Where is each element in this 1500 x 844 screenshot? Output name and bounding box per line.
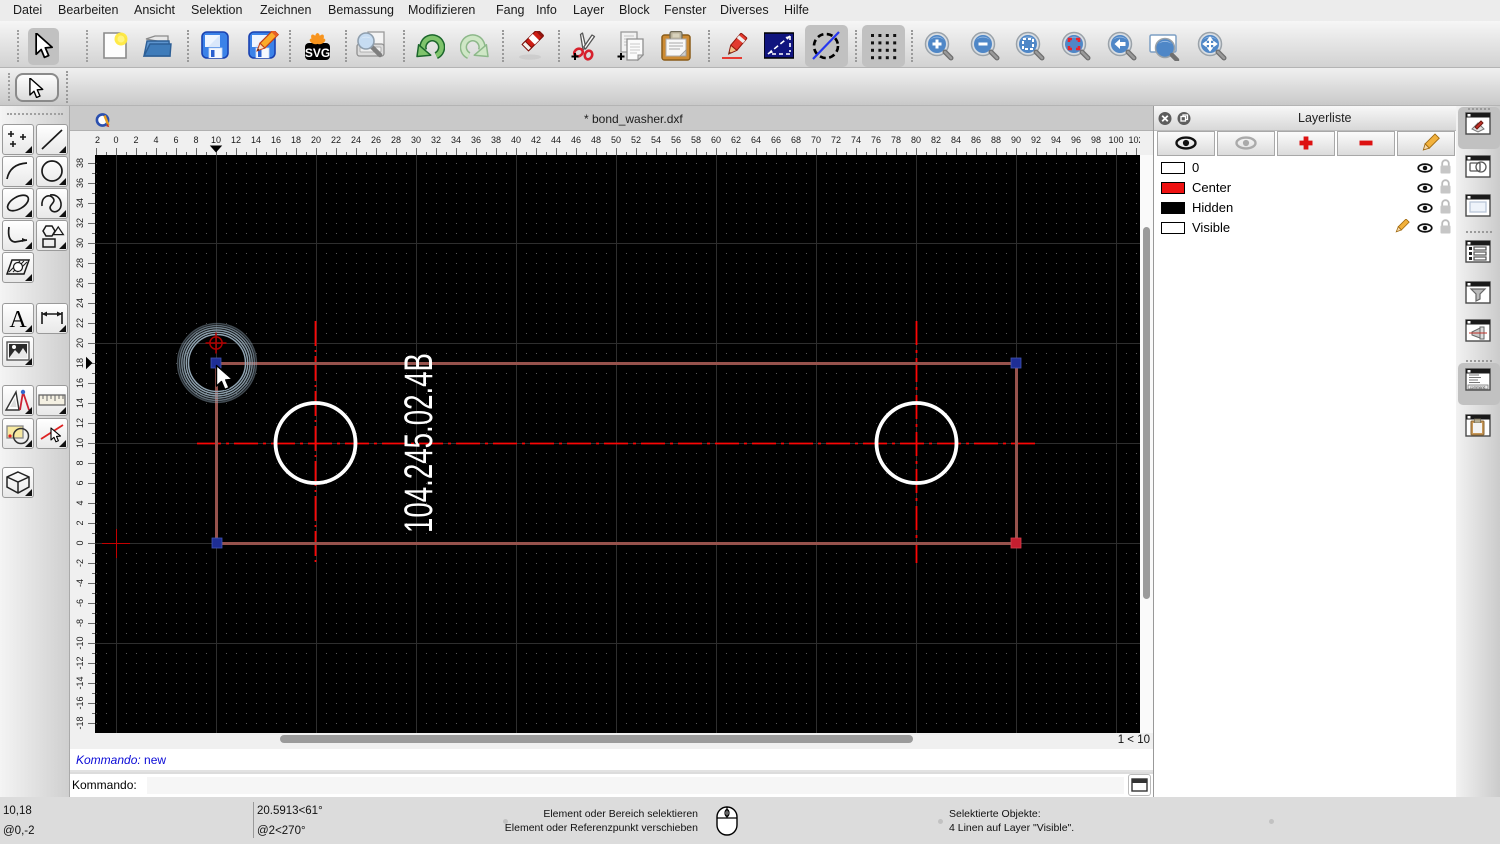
svg-text:16: 16 bbox=[271, 135, 281, 145]
svg-text:SVG: SVG bbox=[305, 46, 330, 60]
svg-text:6: 6 bbox=[173, 135, 178, 145]
svg-text:20: 20 bbox=[311, 135, 321, 145]
svg-text:-14: -14 bbox=[75, 676, 85, 689]
svg-text:34: 34 bbox=[75, 198, 85, 208]
svg-text:4: 4 bbox=[75, 500, 85, 505]
svg-text:92: 92 bbox=[1031, 135, 1041, 145]
svg-text:26: 26 bbox=[371, 135, 381, 145]
svg-text:34: 34 bbox=[451, 135, 461, 145]
svg-text:44: 44 bbox=[551, 135, 561, 145]
svg-text:10: 10 bbox=[211, 135, 221, 145]
svg-text:54: 54 bbox=[651, 135, 661, 145]
svg-text:72: 72 bbox=[831, 135, 841, 145]
svg-text:100: 100 bbox=[1108, 135, 1123, 145]
svg-text:90: 90 bbox=[1011, 135, 1021, 145]
svg-text:36: 36 bbox=[471, 135, 481, 145]
svg-text:2: 2 bbox=[133, 135, 138, 145]
svg-text:96: 96 bbox=[1071, 135, 1081, 145]
svg-text:20: 20 bbox=[75, 338, 85, 348]
svg-text:26: 26 bbox=[75, 278, 85, 288]
svg-text:14: 14 bbox=[75, 398, 85, 408]
svg-text:70: 70 bbox=[811, 135, 821, 145]
svg-text:-2: -2 bbox=[95, 135, 100, 145]
svg-text:6: 6 bbox=[75, 480, 85, 485]
svg-text:46: 46 bbox=[571, 135, 581, 145]
svg-text:102: 102 bbox=[1128, 135, 1140, 145]
svg-text:4: 4 bbox=[153, 135, 158, 145]
svg-text:2: 2 bbox=[75, 520, 85, 525]
svg-text:68: 68 bbox=[791, 135, 801, 145]
svg-text:-2: -2 bbox=[75, 559, 85, 567]
svg-text:50: 50 bbox=[611, 135, 621, 145]
svg-text:52: 52 bbox=[631, 135, 641, 145]
svg-text:12: 12 bbox=[231, 135, 241, 145]
svg-text:32: 32 bbox=[75, 218, 85, 228]
svg-text:32: 32 bbox=[431, 135, 441, 145]
svg-text:28: 28 bbox=[75, 258, 85, 268]
svg-text:66: 66 bbox=[771, 135, 781, 145]
svg-text:38: 38 bbox=[491, 135, 501, 145]
svg-text:36: 36 bbox=[75, 178, 85, 188]
svg-text:30: 30 bbox=[75, 238, 85, 248]
svg-text:22: 22 bbox=[331, 135, 341, 145]
svg-text:18: 18 bbox=[291, 135, 301, 145]
svg-text:88: 88 bbox=[991, 135, 1001, 145]
svg-text:80: 80 bbox=[911, 135, 921, 145]
svg-text:16: 16 bbox=[75, 378, 85, 388]
svg-text:8: 8 bbox=[193, 135, 198, 145]
svg-text:38: 38 bbox=[75, 158, 85, 168]
svg-text:8: 8 bbox=[75, 460, 85, 465]
svg-text:0: 0 bbox=[75, 540, 85, 545]
svg-text:76: 76 bbox=[871, 135, 881, 145]
svg-text:18: 18 bbox=[75, 358, 85, 368]
svg-text:94: 94 bbox=[1051, 135, 1061, 145]
svg-text:84: 84 bbox=[951, 135, 961, 145]
svg-text:-12: -12 bbox=[75, 656, 85, 669]
svg-text:98: 98 bbox=[1091, 135, 1101, 145]
svg-text:12: 12 bbox=[75, 418, 85, 428]
svg-text:10: 10 bbox=[75, 438, 85, 448]
svg-text:-16: -16 bbox=[75, 696, 85, 709]
svg-text:14: 14 bbox=[251, 135, 261, 145]
svg-text:104.245.02.4B: 104.245.02.4B bbox=[397, 353, 441, 533]
svg-text:62: 62 bbox=[731, 135, 741, 145]
svg-text:42: 42 bbox=[531, 135, 541, 145]
svg-text:24: 24 bbox=[351, 135, 361, 145]
svg-text:82: 82 bbox=[931, 135, 941, 145]
svg-text:74: 74 bbox=[851, 135, 861, 145]
svg-text:command: command bbox=[1470, 386, 1485, 390]
svg-text:56: 56 bbox=[671, 135, 681, 145]
svg-text:24: 24 bbox=[75, 298, 85, 308]
svg-text:28: 28 bbox=[391, 135, 401, 145]
svg-text:64: 64 bbox=[751, 135, 761, 145]
svg-text:30: 30 bbox=[411, 135, 421, 145]
svg-text:22: 22 bbox=[75, 318, 85, 328]
svg-text:0: 0 bbox=[113, 135, 118, 145]
svg-text:60: 60 bbox=[711, 135, 721, 145]
svg-text:86: 86 bbox=[971, 135, 981, 145]
svg-text:48: 48 bbox=[591, 135, 601, 145]
svg-text:-10: -10 bbox=[75, 636, 85, 649]
svg-text:40: 40 bbox=[511, 135, 521, 145]
svg-text:78: 78 bbox=[891, 135, 901, 145]
svg-text:-8: -8 bbox=[75, 619, 85, 627]
svg-text:-18: -18 bbox=[75, 716, 85, 729]
svg-text:58: 58 bbox=[691, 135, 701, 145]
svg-text:-6: -6 bbox=[75, 599, 85, 607]
svg-text:-4: -4 bbox=[75, 579, 85, 587]
